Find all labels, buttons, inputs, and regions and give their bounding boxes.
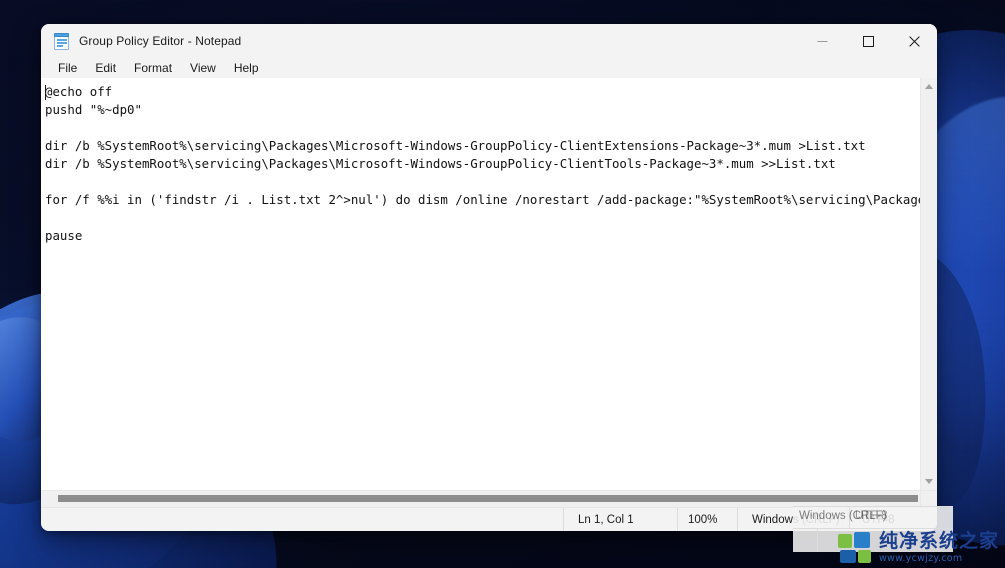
editor-content[interactable]: @echo off pushd "%~dp0" dir /b %SystemRo…: [45, 83, 920, 245]
close-button[interactable]: [891, 24, 937, 58]
menu-item-file[interactable]: File: [49, 59, 86, 77]
menu-item-edit[interactable]: Edit: [86, 59, 125, 77]
maximize-icon: [862, 35, 874, 47]
notepad-icon: [53, 32, 70, 50]
title-bar[interactable]: Group Policy Editor - Notepad: [41, 24, 937, 58]
menu-item-help[interactable]: Help: [225, 59, 268, 77]
editor-area: @echo off pushd "%~dp0" dir /b %SystemRo…: [41, 78, 937, 507]
minimize-icon: [817, 40, 827, 42]
status-encoding[interactable]: UTF-8: [847, 507, 937, 531]
menu-item-view[interactable]: View: [181, 59, 225, 77]
status-bar: Ln 1, Col 1 100% Windows (CRLF) UTF-8: [41, 507, 937, 531]
maximize-button[interactable]: [845, 24, 891, 58]
text-caret: [45, 85, 46, 100]
menu-item-format[interactable]: Format: [125, 59, 181, 77]
vertical-scrollbar[interactable]: [920, 78, 937, 490]
close-icon: [908, 35, 920, 47]
scroll-down-arrow-icon[interactable]: [921, 473, 938, 490]
window-controls: [799, 24, 937, 58]
scroll-up-arrow-icon[interactable]: [921, 78, 938, 95]
horizontal-scroll-thumb[interactable]: [58, 495, 918, 502]
text-editor[interactable]: @echo off pushd "%~dp0" dir /b %SystemRo…: [41, 78, 920, 490]
minimize-button[interactable]: [799, 24, 845, 58]
status-cursor-position[interactable]: Ln 1, Col 1: [563, 507, 677, 531]
menu-bar: File Edit Format View Help: [41, 58, 937, 78]
notepad-window: Group Policy Editor - Notepad File Edit …: [41, 24, 937, 531]
window-title: Group Policy Editor - Notepad: [79, 34, 242, 48]
scrollbar-corner: [920, 490, 937, 507]
horizontal-scrollbar[interactable]: [41, 490, 920, 507]
status-zoom-level[interactable]: 100%: [677, 507, 737, 531]
status-line-ending[interactable]: Windows (CRLF): [737, 507, 847, 531]
